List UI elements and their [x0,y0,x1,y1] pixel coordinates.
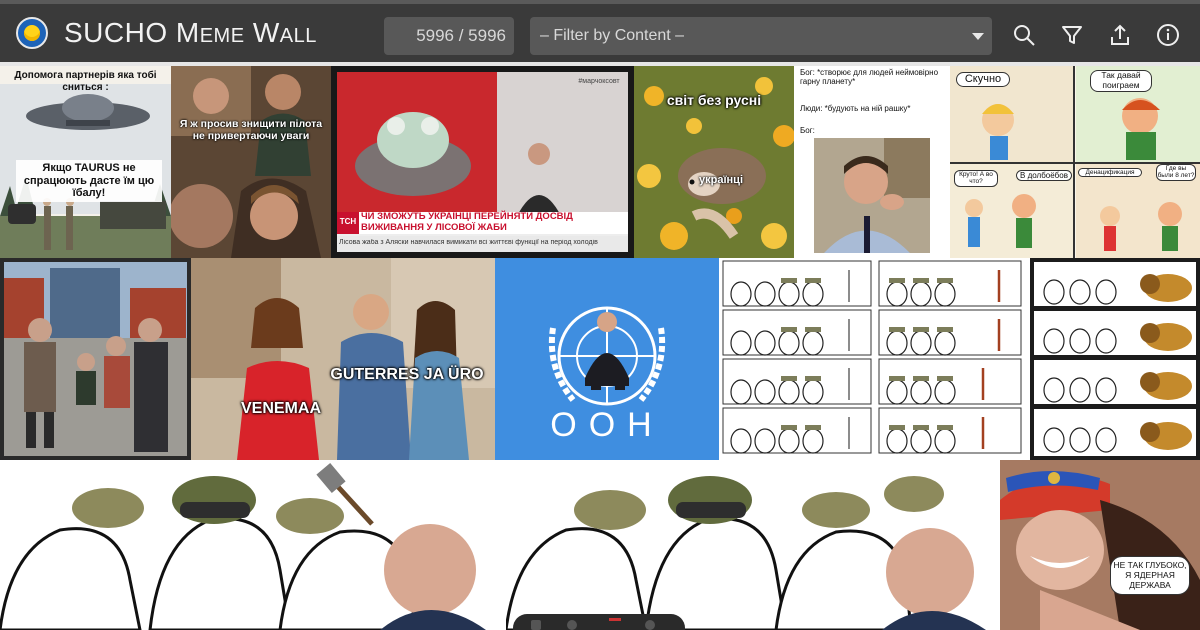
bobo-prigozhin-illustration [0,463,486,630]
cartoon-illustration [950,66,1200,258]
meme-tile-prigozhin-a[interactable] [0,460,506,630]
speech-bubble: Денацификация [1078,168,1142,178]
meme-caption-bottom: Якщо TAURUS не спрацюють дасте їм цю їба… [16,160,162,202]
meme-tile-cartoon[interactable]: Скучно Так давай поиграем Круто! А во чт… [950,66,1200,258]
meme-caption-left: VENEMAA [240,400,321,417]
chevron-down-icon [972,33,984,40]
meme-tile-un[interactable]: ООН [495,258,719,460]
comic-panels [722,260,872,454]
speech-bubble: Так давай поиграем [1090,70,1152,92]
meme-tile-hedgehog[interactable]: світ без русні українці [634,66,794,258]
meme-tile-red-square[interactable] [0,258,191,460]
meme-tile-distracted[interactable]: VENEMAA GUTERRES JA ÜRO [191,258,495,460]
meme-tile-comic-a[interactable] [719,258,875,460]
hashtag-corner: #марчоксовт [578,78,620,85]
filter-select[interactable]: – Filter by Content – [530,17,992,55]
sucho-logo[interactable] [16,17,48,49]
meme-caption-right: GUTERRES JA ÜRO [330,366,484,383]
app-header: SUCHO Meme Wall 5996 / 5996 – Filter by … [0,0,1200,62]
speech-bubble: Скучно [956,72,1010,87]
meme-caption-label: українці [698,174,744,186]
upload-icon[interactable] [1108,23,1132,47]
meme-caption: ООН [550,406,664,444]
meme-tile-nuclear-state[interactable]: НЕ ТАК ГЛУБОКО, Я ЯДЕРНАЯ ДЕРЖАВА [1000,460,1200,630]
meme-tile-comic-lion[interactable] [1030,258,1200,460]
distracted-illustration [191,258,495,460]
red-square-illustration [4,262,187,456]
meme-text-line-2: Люди: *будують на ній рашку* [800,104,911,113]
bottom-toolbar[interactable] [513,614,685,630]
news-ticker: Лісова жаба з Аляски навчилася вимикати … [339,239,598,246]
meme-counter[interactable]: 5996 / 5996 [384,17,514,55]
bobo-prigozhin-illustration [506,476,986,630]
toolbar-icon[interactable] [567,620,577,630]
news-headline: ЧИ ЗМОЖУТЬ УКРАЇНЦІ ПЕРЕЙНЯТИ ДОСВІД ВИЖ… [361,211,573,233]
jim-photo [814,138,930,253]
comic-panels [1034,262,1196,456]
meme-tile-comic-b[interactable] [875,258,1030,460]
channel-logo: TCH [339,217,357,226]
meme-tile-news-frog[interactable]: TCH #марчоксовт ЧИ ЗМОЖУТЬ УКРАЇНЦІ ПЕРЕ… [331,66,634,258]
meme-tile-god[interactable]: Бог: *створює для людей неймовірно гарну… [794,66,950,258]
meme-tile-pilot[interactable]: Я ж просив знищити пілота не привертаючи… [171,66,331,258]
search-icon[interactable] [1012,23,1036,47]
meme-tile-prigozhin-b[interactable] [506,460,1000,630]
woman-illustration [1000,460,1200,630]
settings-icon[interactable] [645,620,655,630]
toolbar-icon[interactable] [531,620,541,630]
info-icon[interactable] [1156,23,1180,47]
meme-text-line-1: Бог: *створює для людей неймовірно гарну… [800,68,939,87]
meme-text-line-3: Бог: [800,126,815,135]
meme-caption-top: Допомога партнерів яка тобі сниться : [14,70,157,93]
toolbar-indicator [609,618,621,621]
meme-tile-ufo[interactable]: Допомога партнерів яка тобі сниться : Як… [0,66,171,258]
filter-icon[interactable] [1060,23,1084,47]
meme-caption: Я ж просив знищити пілота не привертаючи… [179,118,323,143]
meme-caption-top: світ без русні [666,92,762,108]
speech-bubble: НЕ ТАК ГЛУБОКО, Я ЯДЕРНАЯ ДЕРЖАВА [1110,556,1190,596]
speech-bubble: В долбоёбов [1016,170,1072,182]
speech-bubble: Где вы были 8 лет? [1156,164,1196,181]
app-title: SUCHO Meme Wall [64,17,317,48]
pilot-illustration [171,66,331,258]
filter-placeholder: – Filter by Content – [540,27,685,44]
comic-panels [878,260,1022,454]
speech-bubble: Круто! А во что? [954,170,998,187]
